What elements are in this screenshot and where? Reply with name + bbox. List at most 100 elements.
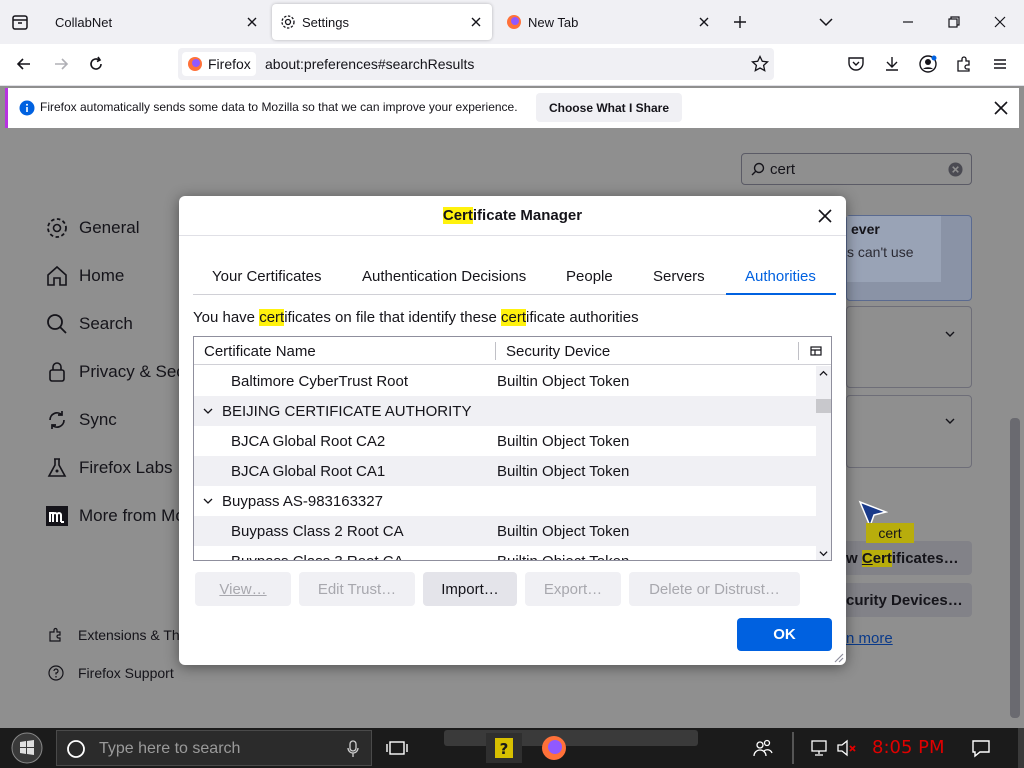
tab-people[interactable]: People	[566, 268, 613, 294]
scroll-down-icon[interactable]	[819, 549, 828, 558]
close-icon[interactable]	[244, 14, 260, 30]
settings-search-input[interactable]: cert	[770, 161, 795, 178]
task-view-icon[interactable]	[386, 737, 408, 759]
sidebar-label: Privacy & Sec	[79, 362, 185, 381]
notification-center-icon[interactable]	[970, 737, 992, 759]
view-certificates-rest: ificates…	[891, 549, 959, 567]
firefox-logo-icon	[187, 56, 203, 72]
ok-button[interactable]: OK	[737, 618, 832, 651]
import-button[interactable]: Import…	[423, 572, 517, 606]
reload-icon[interactable]	[86, 54, 106, 74]
sidebar-item-more-from-mozilla[interactable]: More from Mo	[45, 502, 185, 530]
security-devices-button[interactable]: curity Devices…	[846, 583, 972, 617]
tab-servers[interactable]: Servers	[653, 268, 705, 294]
resize-grip-icon[interactable]	[832, 651, 844, 663]
group-name: BEIJING CERTIFICATE AUTHORITY	[222, 402, 472, 420]
firefox-logo-icon	[506, 14, 522, 30]
sidebar-item-general[interactable]: General	[45, 214, 139, 242]
bookmark-star-icon[interactable]	[750, 54, 770, 74]
choose-what-i-share-button[interactable]: Choose What I Share	[536, 93, 682, 122]
dialog-title-highlight: Cert	[442, 207, 473, 224]
tree-group-row[interactable]: BEIJING CERTIFICATE AUTHORITY	[194, 396, 816, 426]
sidebar-extensions-themes[interactable]: Extensions & The	[48, 627, 187, 643]
cert-name: BJCA Global Root CA1	[231, 462, 386, 480]
restore-icon[interactable]	[944, 12, 964, 32]
certificate-tree[interactable]: Certificate Name Security Device Baltimo…	[193, 336, 832, 561]
firefox-view-icon[interactable]	[10, 12, 30, 32]
people-icon[interactable]	[752, 737, 774, 759]
sidebar-item-firefox-labs[interactable]: Firefox Labs	[45, 454, 173, 482]
tree-row[interactable]: BJCA Global Root CA2 Builtin Object Toke…	[194, 426, 816, 456]
url-bar[interactable]: Firefox about:preferences#searchResults	[178, 48, 774, 80]
column-header-security-device[interactable]: Security Device	[506, 343, 610, 360]
view-certificates-button[interactable]: w Cert ificates…	[846, 541, 972, 575]
learn-more-link[interactable]: n more	[846, 630, 893, 647]
new-tab-plus-icon[interactable]	[730, 12, 750, 32]
sidebar-item-search[interactable]: Search	[45, 310, 133, 338]
sidebar-firefox-support[interactable]: Firefox Support	[48, 665, 174, 681]
taskbar-app-firefox[interactable]	[536, 733, 572, 763]
tree-row[interactable]: Buypass Class 3 Root CA Builtin Object T…	[194, 546, 816, 561]
minimize-icon[interactable]	[898, 12, 918, 32]
tab-settings[interactable]: Settings	[272, 4, 492, 40]
scroll-up-icon[interactable]	[819, 369, 828, 378]
tree-scrollbar-thumb[interactable]	[816, 399, 831, 413]
settings-collapsible-2[interactable]	[846, 395, 972, 468]
account-icon[interactable]	[918, 54, 938, 74]
cert-name: Buypass Class 3 Root CA	[231, 552, 404, 561]
column-divider[interactable]	[495, 342, 496, 360]
settings-collapsible-1[interactable]	[846, 306, 972, 388]
tab-authentication-decisions[interactable]: Authentication Decisions	[362, 268, 526, 294]
chevron-down-icon[interactable]	[816, 12, 836, 32]
tab-authorities[interactable]: Authorities	[745, 268, 816, 294]
tab-collabnet[interactable]: CollabNet	[44, 4, 268, 40]
tree-row[interactable]: BJCA Global Root CA1 Builtin Object Toke…	[194, 456, 816, 486]
tree-row[interactable]: Baltimore CyberTrust Root Builtin Object…	[194, 366, 816, 396]
hamburger-menu-icon[interactable]	[990, 54, 1010, 74]
forward-icon[interactable]	[51, 54, 71, 74]
delete-or-distrust-button[interactable]: Delete or Distrust…	[629, 572, 800, 606]
tree-group-row[interactable]: Buypass AS-983163327	[194, 486, 816, 516]
settings-search-box[interactable]: cert	[741, 153, 972, 185]
taskbar-app-help[interactable]: ?	[486, 733, 522, 763]
microphone-icon[interactable]	[347, 740, 359, 758]
edit-trust-button[interactable]: Edit Trust…	[299, 572, 415, 606]
identity-box[interactable]: Firefox	[182, 52, 256, 76]
tab-your-certificates[interactable]: Your Certificates	[212, 268, 322, 294]
close-icon[interactable]	[991, 98, 1011, 118]
clear-search-icon[interactable]	[948, 162, 963, 177]
volume-muted-icon[interactable]	[836, 738, 858, 758]
column-divider[interactable]	[798, 342, 799, 360]
view-button[interactable]: View…	[195, 572, 291, 606]
tab-new-tab[interactable]: New Tab	[496, 4, 720, 40]
pocket-icon[interactable]	[846, 54, 866, 74]
extensions-puzzle-icon[interactable]	[954, 54, 974, 74]
taskbar-search-box[interactable]: Type here to search	[56, 730, 372, 766]
taskbar-clock[interactable]: 8:05 PM	[872, 737, 945, 758]
close-icon[interactable]	[815, 206, 835, 226]
close-icon[interactable]	[468, 14, 484, 30]
close-icon[interactable]	[696, 14, 712, 30]
page-scrollbar-thumb[interactable]	[1010, 418, 1020, 718]
chevron-down-icon[interactable]	[943, 414, 957, 428]
window-close-icon[interactable]	[990, 12, 1010, 32]
url-text[interactable]: about:preferences#searchResults	[265, 56, 474, 72]
sidebar-item-home[interactable]: Home	[45, 262, 124, 290]
column-picker-icon[interactable]	[810, 345, 822, 357]
back-icon[interactable]	[14, 54, 34, 74]
export-button[interactable]: Export…	[525, 572, 621, 606]
downloads-icon[interactable]	[882, 54, 902, 74]
show-desktop-button[interactable]	[1018, 728, 1024, 768]
sidebar-item-sync[interactable]: Sync	[45, 406, 117, 434]
chevron-down-icon[interactable]	[943, 327, 957, 341]
tree-scrollbar[interactable]	[816, 366, 831, 560]
cert-tooltip: cert	[866, 523, 914, 543]
tree-row[interactable]: Buypass Class 2 Root CA Builtin Object T…	[194, 516, 816, 546]
chevron-down-icon[interactable]	[202, 495, 214, 507]
chevron-down-icon[interactable]	[202, 405, 214, 417]
sidebar-item-privacy[interactable]: Privacy & Sec	[45, 358, 185, 386]
start-button[interactable]	[8, 730, 46, 766]
network-icon[interactable]	[810, 738, 832, 758]
column-header-certificate-name[interactable]: Certificate Name	[204, 343, 316, 360]
tab-label: New Tab	[528, 14, 579, 30]
